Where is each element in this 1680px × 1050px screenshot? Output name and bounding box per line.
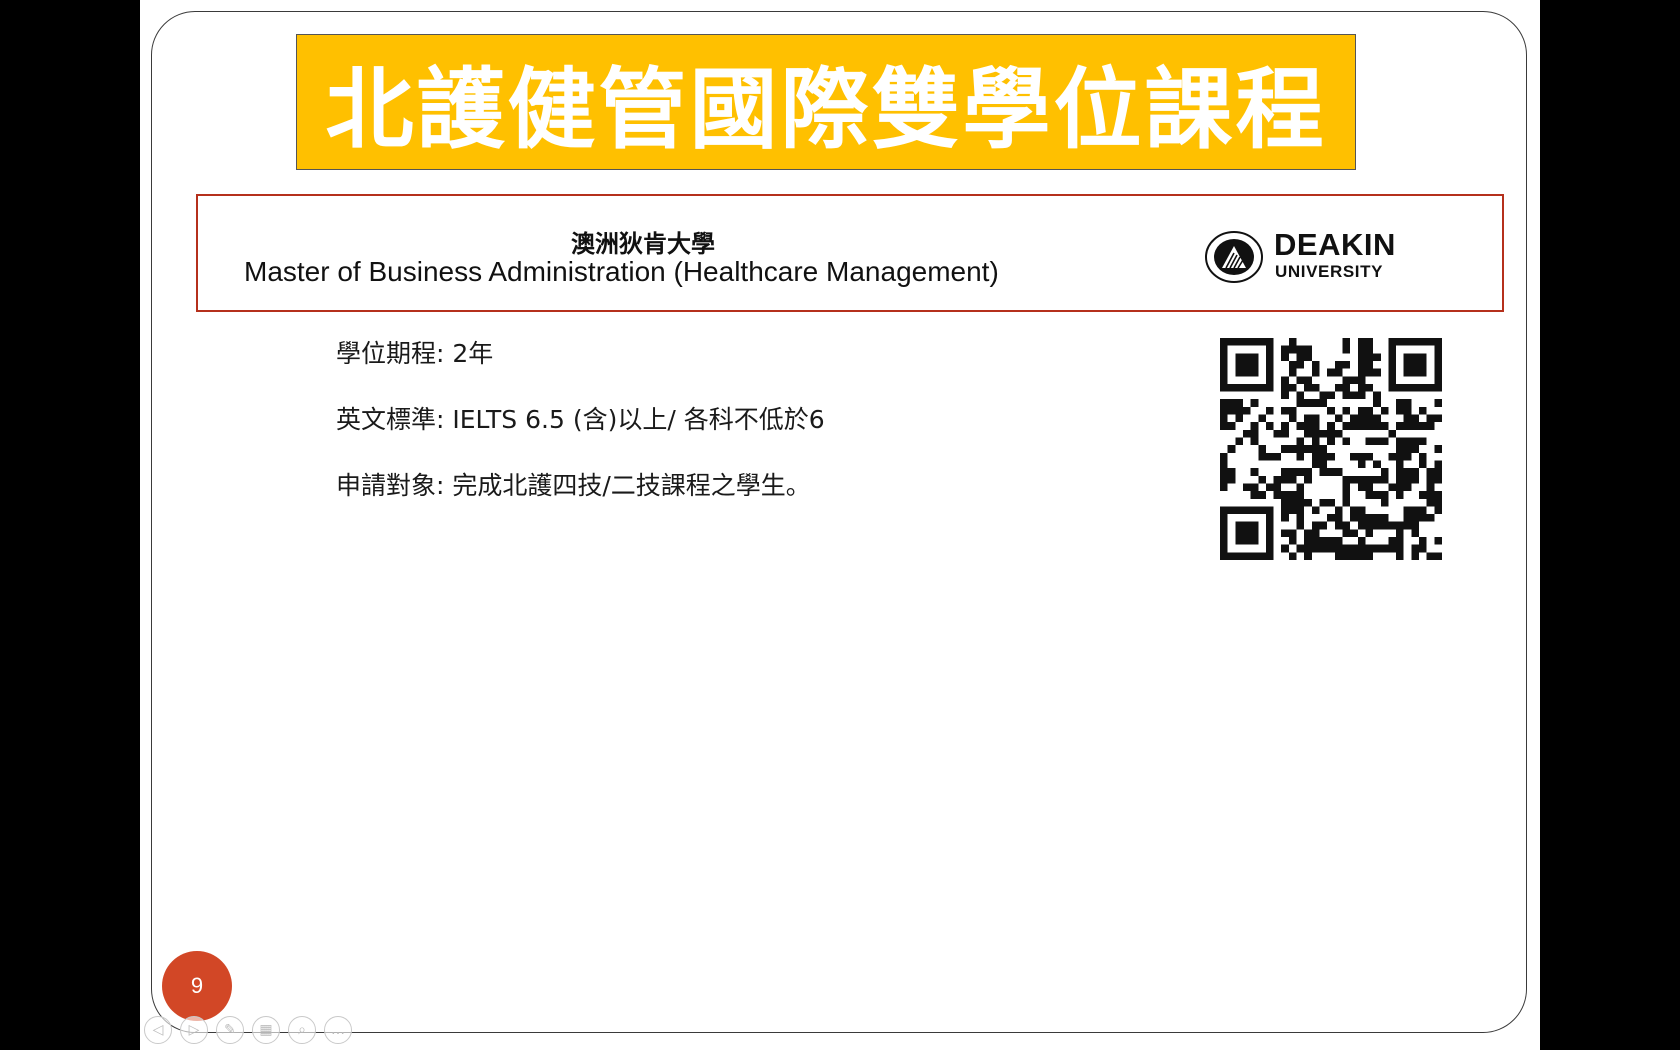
- page-number-badge: 9: [162, 951, 232, 1021]
- english-requirement: 英文標準: IELTS 6.5 (含)以上/ 各科不低於6: [336, 405, 825, 434]
- slides-grid-icon[interactable]: ▦: [252, 1016, 280, 1044]
- university-box: 澳洲狄肯大學 Master of Business Administration…: [196, 194, 1504, 312]
- title-banner: 北護健管國際雙學位課程: [296, 34, 1356, 170]
- zoom-icon[interactable]: ⌕: [288, 1016, 316, 1044]
- more-options-icon[interactable]: …: [324, 1016, 352, 1044]
- slide: 北護健管國際雙學位課程 澳洲狄肯大學 Master of Business Ad…: [140, 0, 1540, 1050]
- deakin-subtitle: UNIVERSITY: [1275, 262, 1384, 281]
- deakin-wordmark: DEAKIN: [1274, 227, 1396, 262]
- previous-slide-icon[interactable]: ◁: [144, 1016, 172, 1044]
- deakin-emblem-icon: [1205, 231, 1263, 283]
- deakin-logo: DEAKIN UNIVERSITY: [1204, 228, 1404, 286]
- pen-icon[interactable]: ✎: [216, 1016, 244, 1044]
- program-name: Master of Business Administration (Healt…: [244, 256, 999, 287]
- qr-code[interactable]: [1220, 338, 1442, 560]
- university-name: 澳洲狄肯大學: [571, 230, 715, 258]
- degree-duration: 學位期程: 2年: [336, 339, 494, 368]
- slide-controls: ◁ ▷ ✎ ▦ ⌕ …: [144, 1016, 352, 1044]
- slide-title: 北護健管國際雙學位課程: [325, 57, 1327, 161]
- eligible-applicants: 申請對象: 完成北護四技/二技課程之學生。: [336, 471, 811, 500]
- next-slide-icon[interactable]: ▷: [180, 1016, 208, 1044]
